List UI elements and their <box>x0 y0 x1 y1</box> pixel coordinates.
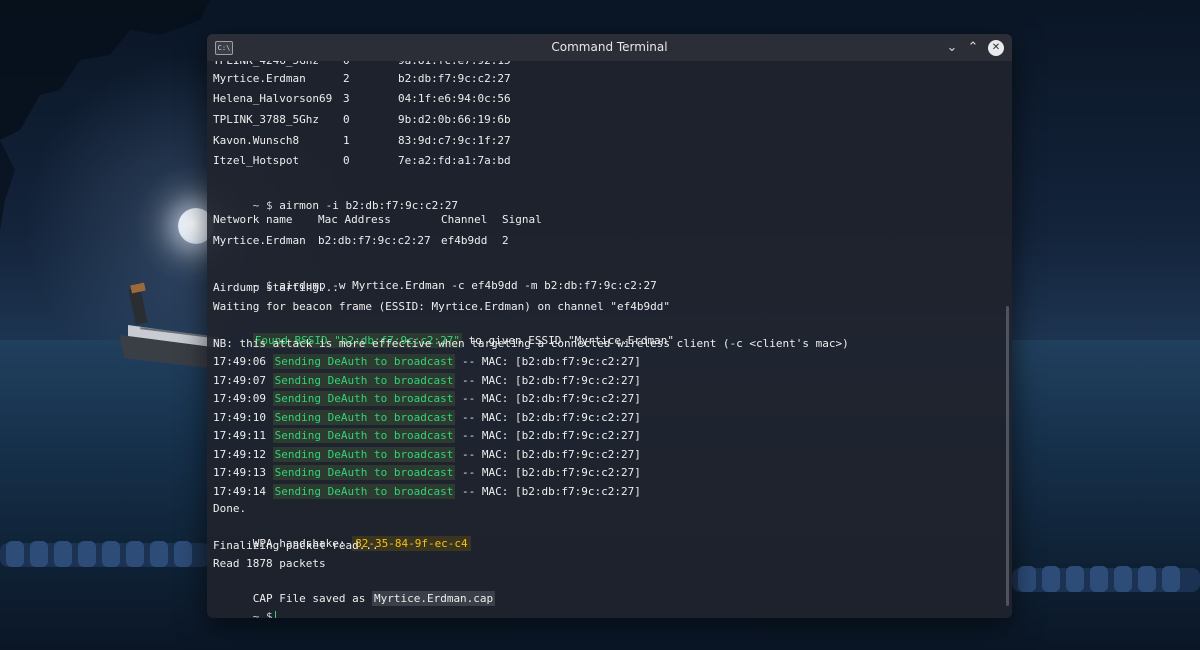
wifi-mac: 7e:a2:fd:a1:7a:bd <box>398 154 511 167</box>
timestamp: 17:49:12 <box>213 447 266 461</box>
wifi-mac: b2:db:f7:9c:c2:27 <box>398 72 511 85</box>
deauth-line: 17:49:10 Sending DeAuth to broadcast -- … <box>213 409 641 426</box>
deauth-status: Sending DeAuth to broadcast <box>272 391 456 406</box>
deauth-mac: -- MAC: [b2:db:f7:9c:c2:27] <box>455 392 641 405</box>
prompt: ~ $ <box>252 199 273 212</box>
wifi-name: Itzel_Hotspot <box>213 154 300 167</box>
minimize-button[interactable]: ⌄ <box>944 40 960 56</box>
column-header: Signal <box>502 213 542 226</box>
scrollbar[interactable] <box>1006 306 1009 606</box>
wifi-row: TPLINK_4246_5Ghz 0 9a:81:fc:e7:92:15 <box>213 61 511 69</box>
column-header: Channel <box>441 213 488 226</box>
deauth-line: 17:49:09 Sending DeAuth to broadcast -- … <box>213 391 641 407</box>
wifi-name: Myrtice.Erdman <box>213 72 306 85</box>
timestamp: 17:49:14 <box>213 484 266 498</box>
deauth-status: Sending DeAuth to broadcast <box>272 483 456 499</box>
deauth-mac: -- MAC: [b2:db:f7:9c:c2:27] <box>455 410 641 424</box>
cap-file-name: Myrtice.Erdman.cap <box>371 591 496 606</box>
deauth-line: 17:49:13 Sending DeAuth to broadcast -- … <box>213 465 641 481</box>
deauth-mac: -- MAC: [b2:db:f7:9c:c2:27] <box>455 447 641 461</box>
column-header: Network name <box>213 213 293 226</box>
airmon-row: Myrtice.Erdman b2:db:f7:9c:c2:27 ef4b9dd… <box>213 233 509 249</box>
command-line: ~ $ airdump -w Myrtice.Erdman -c ef4b9dd… <box>213 262 657 292</box>
deauth-status: Sending DeAuth to broadcast <box>272 409 456 425</box>
terminal-window[interactable]: C:\ Command Terminal ⌄ ⌃ ✕ TPLINK_4246_5… <box>207 34 1012 618</box>
wifi-name: TPLINK_3788_5Ghz <box>213 113 319 126</box>
wallpaper-buoy-line-right <box>1012 566 1200 592</box>
wifi-name: TPLINK_4246_5Ghz <box>213 61 319 69</box>
wifi-row: Kavon.Wunsch8 1 83:9d:c7:9c:1f:27 <box>213 133 511 149</box>
active-prompt-line[interactable]: ~ $ <box>213 593 276 618</box>
output-line: CAP File saved as Myrtice.Erdman.cap <box>213 575 496 606</box>
deauth-line: 17:49:14 Sending DeAuth to broadcast -- … <box>213 483 641 500</box>
airmon-cell: b2:db:f7:9c:c2:27 <box>318 234 431 247</box>
output-line: Airdump starting... <box>213 281 339 294</box>
timestamp: 17:49:11 <box>213 429 266 442</box>
airmon-cell: Myrtice.Erdman <box>213 234 306 247</box>
timestamp: 17:49:10 <box>213 410 266 424</box>
deauth-line: 17:49:06 Sending DeAuth to broadcast -- … <box>213 354 641 370</box>
timestamp: 17:49:06 <box>213 355 266 368</box>
deauth-mac: -- MAC: [b2:db:f7:9c:c2:27] <box>455 484 641 498</box>
wifi-name: Kavon.Wunsch8 <box>213 134 300 147</box>
wifi-mac: 04:1f:e6:94:0c:56 <box>398 92 511 105</box>
terminal-output[interactable]: TPLINK_4246_5Ghz 0 9a:81:fc:e7:92:15 Myr… <box>213 61 1003 618</box>
deauth-status: Sending DeAuth to broadcast <box>272 428 456 443</box>
timestamp: 17:49:07 <box>213 373 266 387</box>
deauth-status: Sending DeAuth to broadcast <box>272 372 456 388</box>
output-line: Found BSSID "b2:db:f7:9c:c2:27" to given… <box>213 317 674 348</box>
column-header: Mac Address <box>318 213 391 226</box>
text-cursor <box>274 610 276 618</box>
wifi-signal: 0 <box>343 113 350 126</box>
wifi-row: Helena_Halvorson69 3 04:1f:e6:94:0c:56 <box>213 91 511 107</box>
wifi-row: TPLINK_3788_5Ghz 0 9b:d2:0b:66:19:6b <box>213 112 511 128</box>
prompt: ~ $ <box>252 610 273 618</box>
deauth-line: 17:49:11 Sending DeAuth to broadcast -- … <box>213 428 641 444</box>
wifi-signal: 0 <box>343 154 350 167</box>
close-button[interactable]: ✕ <box>988 40 1004 56</box>
deauth-status: Sending DeAuth to broadcast <box>272 446 456 462</box>
deauth-line: 17:49:12 Sending DeAuth to broadcast -- … <box>213 446 641 463</box>
wifi-row: Itzel_Hotspot 0 7e:a2:fd:a1:7a:bd <box>213 153 511 169</box>
deauth-mac: -- MAC: [b2:db:f7:9c:c2:27] <box>455 373 641 387</box>
airmon-cell: ef4b9dd <box>441 234 488 247</box>
wifi-mac: 83:9d:c7:9c:1f:27 <box>398 134 511 147</box>
output-line: WPA handshake: 82-35-84-9f-ec-c4 <box>213 520 471 551</box>
deauth-mac: -- MAC: [b2:db:f7:9c:c2:27] <box>455 466 641 479</box>
wifi-signal: 2 <box>343 72 350 85</box>
wifi-mac: 9a:81:fc:e7:92:15 <box>398 61 511 69</box>
command-line: ~ $ airmon -i b2:db:f7:9c:c2:27 <box>213 182 458 212</box>
deauth-mac: -- MAC: [b2:db:f7:9c:c2:27] <box>455 355 641 368</box>
wallpaper-buoy-line-left <box>0 541 210 567</box>
wallpaper-tree-silhouette <box>0 0 210 230</box>
deauth-mac: -- MAC: [b2:db:f7:9c:c2:27] <box>455 429 641 442</box>
timestamp: 17:49:09 <box>213 392 266 405</box>
window-titlebar[interactable]: C:\ Command Terminal ⌄ ⌃ ✕ <box>207 34 1012 61</box>
output-line: NB: this attack is more effective when t… <box>213 337 849 350</box>
airmon-cell: 2 <box>502 234 509 247</box>
wifi-signal: 3 <box>343 92 350 105</box>
wifi-name: Helena_Halvorson69 <box>213 92 333 105</box>
command-text: airmon -i b2:db:f7:9c:c2:27 <box>279 199 459 212</box>
wifi-mac: 9b:d2:0b:66:19:6b <box>398 113 511 126</box>
deauth-status: Sending DeAuth to broadcast <box>272 465 456 480</box>
window-title: Command Terminal <box>551 40 668 54</box>
output-line: Read 1878 packets <box>213 557 326 570</box>
wifi-signal: 1 <box>343 134 350 147</box>
output-line: Finalizing packet read... <box>213 539 379 552</box>
deauth-line: 17:49:07 Sending DeAuth to broadcast -- … <box>213 372 641 389</box>
output-line: Waiting for beacon frame (ESSID: Myrtice… <box>213 300 670 313</box>
wifi-signal: 0 <box>343 61 350 69</box>
output-line: Done. <box>213 502 247 515</box>
deauth-status: Sending DeAuth to broadcast <box>272 354 456 369</box>
airmon-header-row: Network name Mac Address Channel Signal <box>213 212 542 228</box>
timestamp: 17:49:13 <box>213 466 266 479</box>
wifi-row: Myrtice.Erdman 2 b2:db:f7:9c:c2:27 <box>213 71 511 87</box>
maximize-button[interactable]: ⌃ <box>965 40 981 56</box>
